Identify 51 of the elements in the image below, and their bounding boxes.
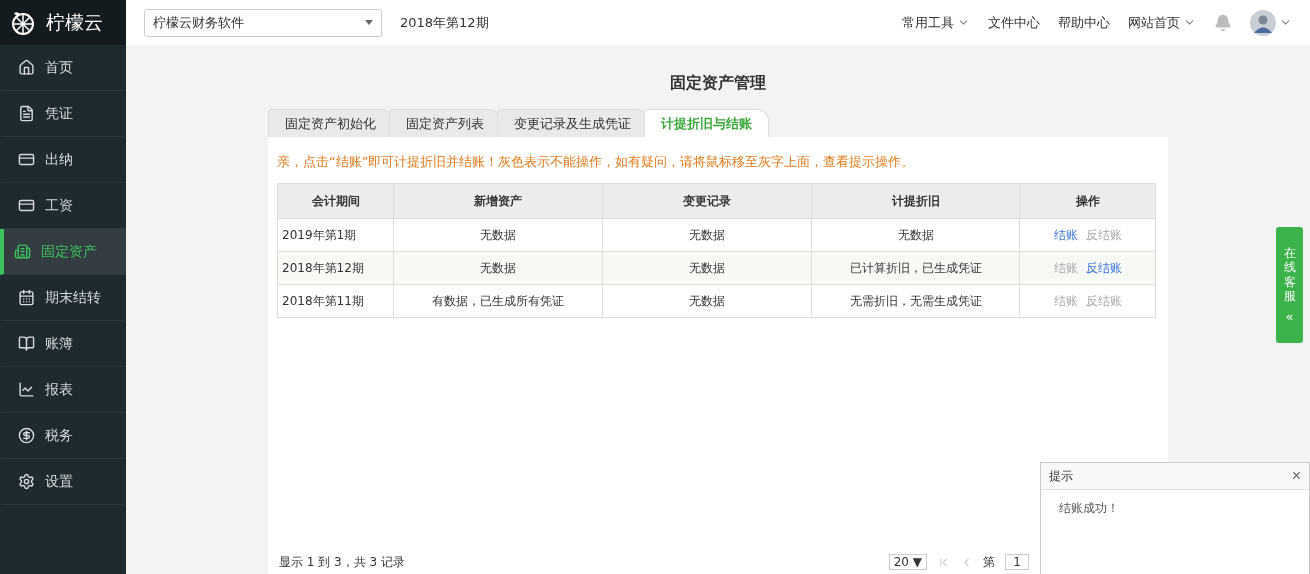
action-link[interactable]: 结账: [1053, 227, 1078, 242]
home-icon: [18, 59, 35, 76]
nav-link[interactable]: 常用工具: [902, 13, 970, 32]
column-header: 新增资产: [393, 183, 603, 219]
bell-icon[interactable]: [1214, 13, 1232, 32]
sidebar-item[interactable]: 固定资产: [0, 229, 126, 275]
dialog-message: 结账成功！: [1058, 500, 1120, 517]
column-header: 会计期间: [277, 183, 394, 219]
column-header: 变更记录: [602, 183, 812, 219]
table-cell: 已计算折旧，已生成凭证: [811, 251, 1020, 285]
close-button[interactable]: ×: [1291, 467, 1301, 485]
calendar-icon: [18, 289, 35, 306]
table-cell: 无数据: [811, 218, 1020, 252]
page-label: 第: [983, 553, 995, 571]
line-chart-icon: [18, 381, 35, 398]
caret-icon: [365, 20, 373, 25]
nav-link[interactable]: 帮助中心: [1058, 13, 1110, 32]
page-size-select[interactable]: 20 ▼: [888, 554, 927, 570]
dollar-icon: [18, 427, 35, 444]
brand-name: 柠檬云: [46, 9, 103, 35]
dialog-title: 提示: [1049, 467, 1073, 485]
card-icon: [18, 197, 35, 214]
action-link[interactable]: 反结账: [1085, 260, 1122, 275]
lemon-logo-icon: [10, 9, 36, 36]
period-label: 2018年第12期: [400, 13, 489, 32]
nav-link[interactable]: 网站首页: [1128, 13, 1196, 32]
book-icon: [18, 335, 35, 352]
card-icon: [18, 151, 35, 168]
page-title: 固定资产管理: [669, 73, 767, 94]
table-cell: 2018年第11期: [277, 284, 394, 318]
table-cell: 无数据: [602, 284, 812, 318]
column-header: 操作: [1019, 183, 1156, 219]
table-cell: 无数据: [602, 218, 812, 252]
table-cell: 无需折旧，无需生成凭证: [811, 284, 1020, 318]
nav-link[interactable]: 文件中心: [988, 13, 1040, 32]
avatar-icon: [1250, 9, 1276, 36]
building-icon: [14, 243, 31, 260]
column-header: 计提折旧: [811, 183, 1020, 219]
document-icon: [18, 105, 35, 122]
table-cell: 2019年第1期: [277, 218, 394, 252]
account-select[interactable]: 柠檬云财务软件: [144, 8, 382, 37]
user-menu[interactable]: [1250, 9, 1292, 36]
record-summary: 显示 1 到 3，共 3 记录: [279, 553, 405, 571]
table-cell: 无数据: [602, 251, 812, 285]
table-cell: 无数据: [393, 218, 603, 252]
page-input[interactable]: 1: [1005, 554, 1029, 570]
settings-icon: [18, 473, 35, 490]
notice-text: 亲，点击“结账”即可计提折旧并结账！灰色表示不能操作，如有疑问，请将鼠标移至灰字上面，查看提示操作。: [277, 153, 916, 171]
table-cell: 2018年第12期: [277, 251, 394, 285]
table-cell: 无数据: [393, 251, 603, 285]
table-cell: 有数据，已生成所有凭证: [393, 284, 603, 318]
